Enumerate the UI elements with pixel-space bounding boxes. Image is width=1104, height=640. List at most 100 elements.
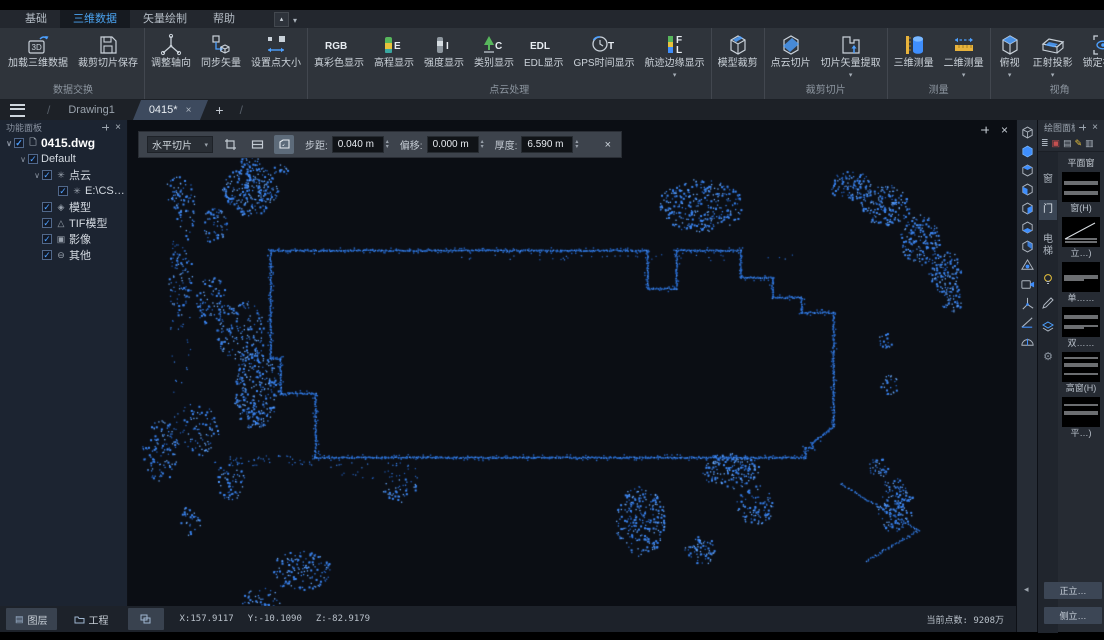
pin-icon[interactable]	[1078, 123, 1087, 132]
thickness-input[interactable]	[521, 136, 573, 153]
hamburger-menu-icon[interactable]	[10, 104, 25, 117]
tab-window[interactable]: 窗	[1039, 170, 1057, 190]
spin-down-icon[interactable]	[575, 145, 578, 150]
step-input[interactable]	[332, 136, 384, 153]
collapse-panel-icon[interactable]	[1024, 584, 1029, 595]
tab-drawing1[interactable]: Drawing1	[58, 104, 124, 116]
slice-mode-select[interactable]: 水平切片	[147, 136, 213, 153]
crop-region-icon[interactable]	[220, 135, 240, 154]
annotate-icon[interactable]: ▣	[1052, 137, 1061, 149]
bulb-icon[interactable]	[1041, 272, 1055, 286]
tree-row[interactable]: ▣ 影像	[0, 231, 127, 247]
layers-button[interactable]: ▤ 图层	[6, 608, 57, 630]
front-elevation-button[interactable]: 正立…	[1044, 582, 1102, 599]
checkbox[interactable]	[42, 218, 52, 228]
tree-row[interactable]: Default	[0, 151, 127, 167]
brush-icon[interactable]: ✎	[1075, 137, 1083, 149]
tree-row[interactable]: 🗋 0415.dwg	[0, 135, 127, 151]
close-icon[interactable]	[1090, 123, 1100, 133]
rgb-display-button[interactable]: RGB 真彩色显示	[309, 29, 369, 70]
front-face-view-icon[interactable]	[1020, 220, 1035, 235]
measure-2d-button[interactable]: 二维测量	[939, 29, 989, 77]
dropdown-caret-icon[interactable]	[1008, 70, 1012, 77]
axis-gizmo-icon[interactable]	[1020, 296, 1035, 311]
point-cloud-canvas[interactable]	[128, 120, 1016, 606]
wire-cube-view-icon[interactable]	[1020, 125, 1035, 140]
offset-spinner[interactable]	[481, 140, 484, 150]
block-item[interactable]: 立…)	[1062, 217, 1100, 259]
close-icon[interactable]	[999, 125, 1010, 135]
dropdown-caret-icon[interactable]	[962, 70, 966, 77]
slice-vector-extract-button[interactable]: 切片矢量提取	[816, 29, 886, 77]
tree-row[interactable]: ◈ 模型	[0, 199, 127, 215]
right-face-view-icon[interactable]	[1020, 201, 1035, 216]
iso-view-icon[interactable]	[1020, 239, 1035, 254]
tree-row[interactable]: ⊖ 其他	[0, 247, 127, 263]
checkbox[interactable]	[42, 170, 52, 180]
block-item[interactable]: 单……	[1062, 262, 1100, 304]
tree-row[interactable]: ✳ 点云	[0, 167, 127, 183]
spin-down-icon[interactable]	[481, 145, 484, 150]
model-crop-button[interactable]: 模型裁剪	[713, 29, 763, 70]
block-item[interactable]: 高窗(H)	[1062, 352, 1100, 394]
tab-door[interactable]: 门	[1039, 200, 1057, 220]
dropdown-caret-icon[interactable]	[1051, 70, 1055, 77]
menu-item-3d-data[interactable]: 三维数据	[60, 10, 130, 28]
tab-close-icon[interactable]	[186, 105, 192, 116]
dropdown-caret-icon[interactable]	[849, 70, 853, 77]
spin-down-icon[interactable]	[386, 145, 389, 150]
checkbox[interactable]	[14, 138, 24, 148]
list-icon[interactable]: ≣	[1041, 137, 1049, 149]
block-item[interactable]: 双……	[1062, 307, 1100, 349]
caret-icon[interactable]	[4, 139, 14, 148]
select-icon[interactable]: ▥	[1085, 137, 1094, 149]
left-face-view-icon[interactable]	[1020, 182, 1035, 197]
perspective-view-icon[interactable]	[1020, 258, 1035, 273]
thickness-spinner[interactable]	[575, 140, 578, 150]
slope-view-icon[interactable]	[1020, 315, 1035, 330]
block-item[interactable]: 窗(H)	[1062, 172, 1100, 214]
adjust-axis-button[interactable]: 调整轴向	[146, 29, 196, 70]
project-button[interactable]: 工程	[65, 608, 118, 630]
tab-0415-active[interactable]: 0415*	[133, 100, 208, 120]
checkbox[interactable]	[42, 234, 52, 244]
step-spinner[interactable]	[386, 140, 389, 150]
checkbox[interactable]	[58, 186, 68, 196]
pin-icon[interactable]	[980, 125, 990, 135]
new-tab-button[interactable]: +	[207, 102, 231, 118]
tree-row[interactable]: ✳ E:\CS\1...	[0, 183, 127, 199]
offset-input[interactable]	[427, 136, 479, 153]
section-view-icon[interactable]	[1020, 334, 1035, 349]
ortho-projection-button[interactable]: 正射投影	[1028, 29, 1078, 77]
intensity-display-button[interactable]: I 强度显示	[419, 29, 469, 70]
elevation-display-button[interactable]: E 高程显示	[369, 29, 419, 70]
edl-display-button[interactable]: EDL EDL显示	[519, 29, 568, 70]
dropdown-caret-icon[interactable]	[673, 70, 677, 77]
measure-3d-button[interactable]: 三维测量	[889, 29, 939, 70]
menu-item-basic[interactable]: 基础	[12, 10, 60, 28]
menu-item-help[interactable]: 帮助	[200, 10, 248, 28]
gear-icon[interactable]	[1043, 350, 1053, 363]
checkbox[interactable]	[42, 250, 52, 260]
pin-icon[interactable]	[101, 123, 110, 132]
block-item[interactable]: 平…)	[1062, 397, 1100, 439]
quick-access-icon[interactable]	[274, 12, 289, 27]
caret-icon[interactable]	[18, 155, 28, 164]
top-face-view-icon[interactable]	[1020, 163, 1035, 178]
class-display-button[interactable]: C 类别显示	[469, 29, 519, 70]
save-crop-slice-button[interactable]: 裁剪切片保存	[73, 29, 143, 70]
top-view-button[interactable]: 俯视	[992, 29, 1028, 77]
quick-access-caret-icon[interactable]	[293, 10, 297, 28]
lock-view-button[interactable]: 锁定视角	[1078, 29, 1104, 70]
gps-time-display-button[interactable]: T GPS时间显示	[568, 29, 639, 70]
caret-icon[interactable]	[32, 171, 42, 180]
set-point-size-button[interactable]: 设置点大小	[246, 29, 306, 70]
slice-toolbar-close-icon[interactable]	[603, 140, 613, 150]
load-3d-data-button[interactable]: 3D 加载三维数据	[3, 29, 73, 70]
trajectory-edge-display-button[interactable]: FL 航迹边缘显示	[640, 29, 710, 77]
checkbox[interactable]	[28, 154, 38, 164]
menu-item-vector-draw[interactable]: 矢量绘制	[130, 10, 200, 28]
checkbox[interactable]	[42, 202, 52, 212]
sync-vector-button[interactable]: 同步矢量	[196, 29, 246, 70]
pencil-icon[interactable]	[1041, 296, 1055, 310]
